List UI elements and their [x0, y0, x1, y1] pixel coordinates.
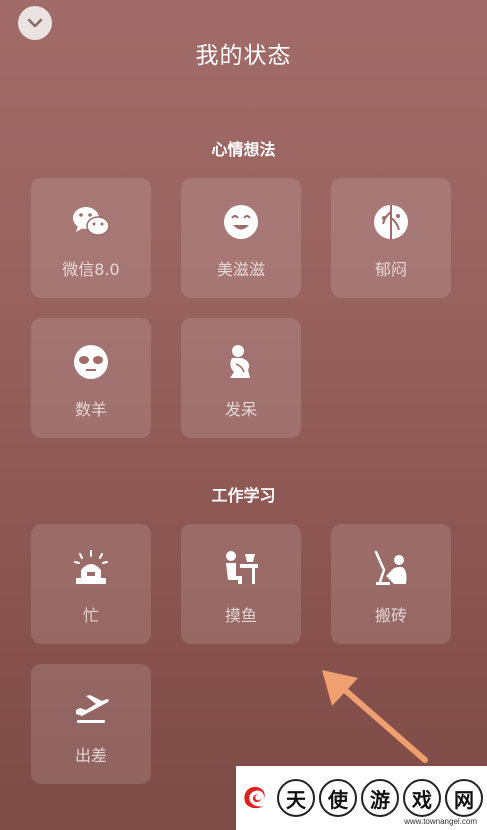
watermark-char: 网 [445, 779, 483, 817]
watermark-banner: 天 使 游 戏 网 www.townangel.com [236, 766, 487, 830]
tile-label: 摸鱼 [224, 606, 257, 625]
status-tile-daze[interactable]: 发呆 [181, 318, 301, 438]
tile-label: 微信8.0 [62, 260, 120, 279]
pointer-arrow-annotation [322, 670, 428, 763]
section-title-mood: 心情想法 [211, 140, 276, 159]
daze-figure-icon [221, 342, 261, 382]
watermark-char: 游 [361, 779, 399, 817]
tile-label: 忙 [82, 606, 99, 625]
chevron-down-icon [27, 18, 43, 28]
watermark-char: 天 [277, 779, 315, 817]
watermark-url: www.townangel.com [404, 817, 477, 826]
status-tile-counting-sheep[interactable]: 数羊 [31, 318, 151, 438]
brick-worker-icon [371, 548, 411, 588]
status-tile-slacking[interactable]: 摸鱼 [181, 524, 301, 644]
wechat-icon [71, 202, 111, 242]
watermark-char: 戏 [403, 779, 441, 817]
collapse-button[interactable] [18, 6, 52, 40]
tile-label: 数羊 [74, 400, 107, 419]
gloomy-face-icon [371, 202, 411, 242]
watermark-logo-icon [244, 786, 265, 809]
airplane-icon [71, 688, 111, 728]
status-tile-business-trip[interactable]: 出差 [31, 664, 151, 784]
tile-label: 搬砖 [374, 606, 407, 625]
status-tile-wechat[interactable]: 微信8.0 [31, 178, 151, 298]
status-tile-busy[interactable]: 忙 [31, 524, 151, 644]
slacking-desk-icon [221, 548, 261, 588]
sheep-face-icon [71, 342, 111, 382]
tile-label: 发呆 [224, 400, 257, 419]
section-title-work: 工作学习 [211, 486, 276, 505]
tile-label: 出差 [74, 746, 107, 765]
watermark-char: 使 [319, 779, 357, 817]
status-tile-happy[interactable]: 美滋滋 [181, 178, 301, 298]
smile-face-icon [221, 202, 261, 242]
status-tile-moving-bricks[interactable]: 搬砖 [331, 524, 451, 644]
page-title: 我的状态 [195, 43, 292, 69]
alarm-light-icon [71, 548, 111, 588]
tile-label: 美滋滋 [216, 260, 265, 279]
tile-label: 郁闷 [374, 260, 407, 279]
status-tile-gloomy[interactable]: 郁闷 [331, 178, 451, 298]
